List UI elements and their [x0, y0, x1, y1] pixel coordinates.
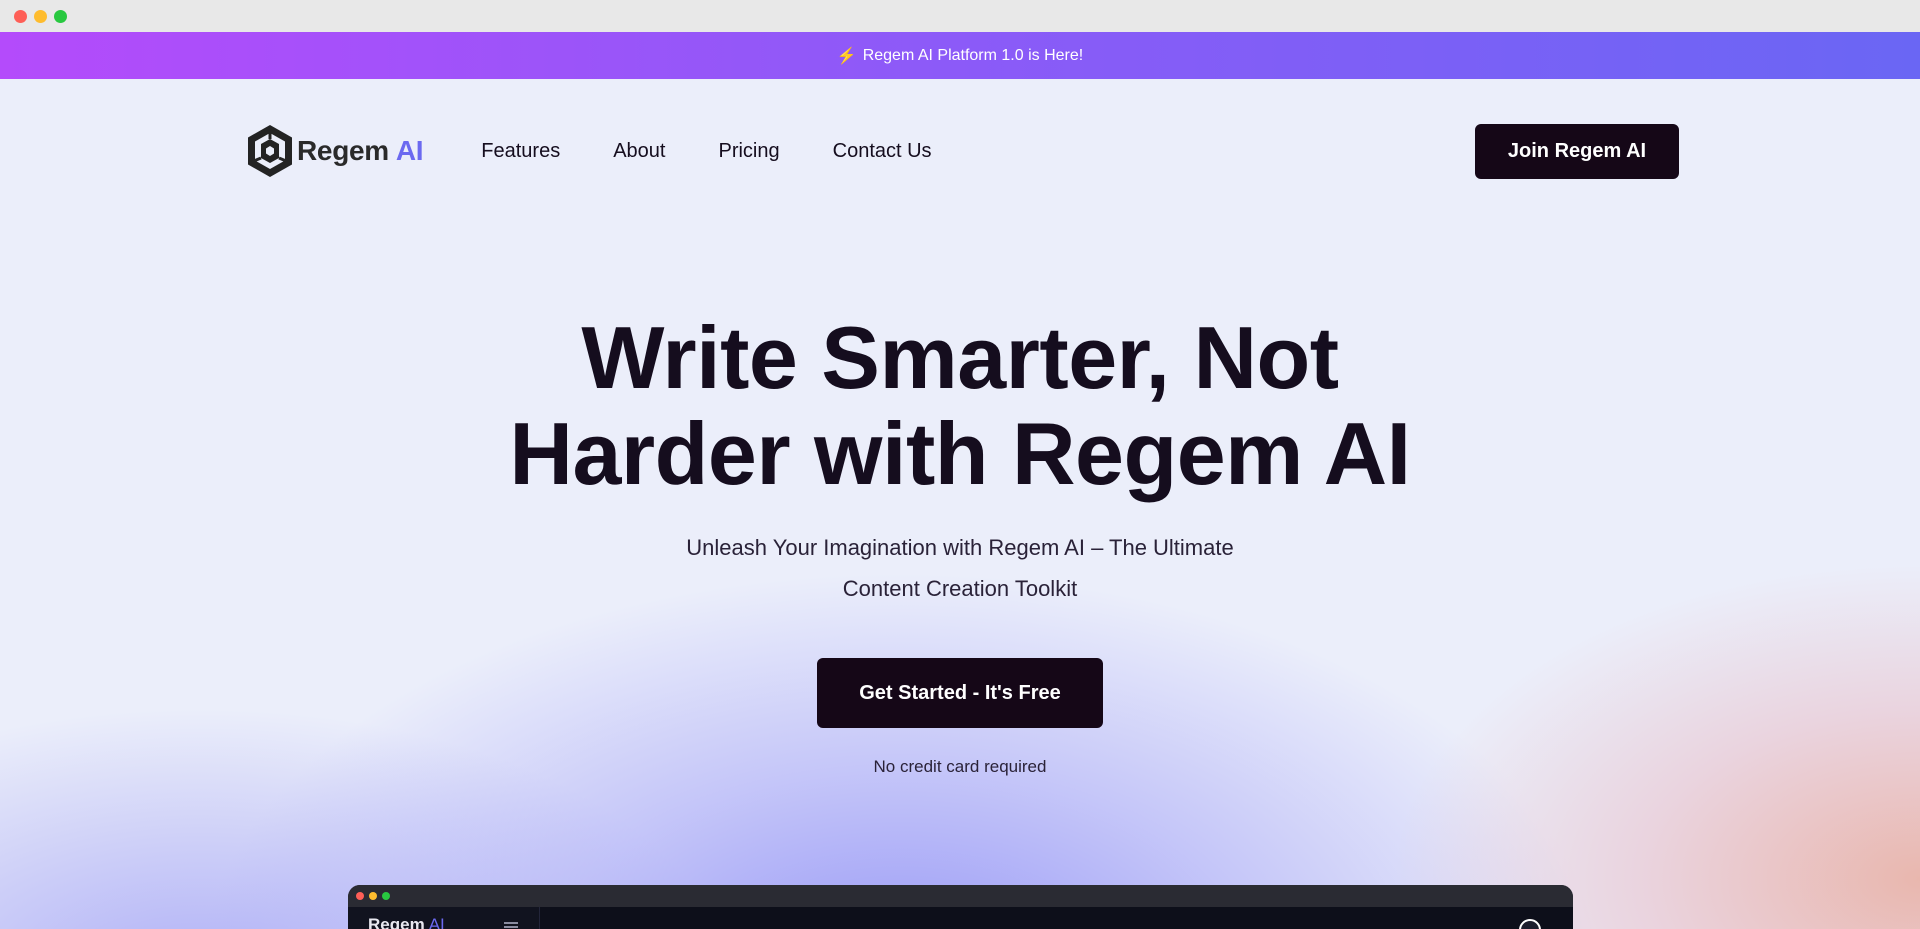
main-navigation: Regem AI Features About Pricing Contact U…	[245, 123, 1679, 179]
headline-line-2: Harder with Regem AI	[509, 404, 1411, 503]
headline-line-1: Write Smarter, Not	[581, 308, 1339, 407]
lightning-icon: ⚡	[836, 47, 857, 65]
get-started-button[interactable]: Get Started - It's Free	[817, 658, 1103, 728]
preview-body: Regem AI	[348, 907, 1573, 929]
app-preview: Regem AI	[348, 885, 1573, 929]
minimize-window-button[interactable]	[34, 9, 47, 23]
preview-close-dot	[356, 892, 364, 900]
hero-headline: Write Smarter, Not Harder with Regem AI	[0, 310, 1920, 502]
logo-suffix: AI	[395, 135, 424, 166]
hero-subheading: Unleash Your Imagination with Regem AI –…	[660, 527, 1260, 609]
regem-logo-icon	[248, 125, 292, 177]
maximize-window-button[interactable]	[54, 9, 67, 23]
nav-link-contact[interactable]: Contact Us	[833, 140, 932, 163]
join-button[interactable]: Join Regem AI	[1475, 123, 1679, 179]
nav-link-features[interactable]: Features	[481, 140, 560, 163]
logo-link[interactable]: Regem AI	[245, 123, 424, 179]
no-credit-card-note: No credit card required	[873, 757, 1047, 776]
hero-background	[0, 79, 1920, 929]
logo-name: Regem	[297, 135, 389, 166]
preview-maximize-dot	[382, 892, 390, 900]
preview-menu-icon	[504, 922, 518, 929]
subhead-line-1: Unleash Your Imagination with Regem AI –…	[686, 535, 1234, 560]
nav-link-pricing[interactable]: Pricing	[718, 140, 779, 163]
preview-window-bar	[348, 885, 1573, 907]
logo-text: Regem AI	[297, 135, 424, 167]
preview-logo-suffix: AI	[428, 915, 445, 929]
preview-sidebar: Regem AI	[348, 907, 540, 929]
preview-logo: Regem AI	[368, 915, 445, 929]
subhead-line-2: Content Creation Toolkit	[842, 576, 1078, 601]
preview-avatar	[1519, 919, 1541, 929]
nav-links: Features About Pricing Contact Us	[481, 140, 931, 163]
window-chrome	[0, 0, 1920, 32]
close-window-button[interactable]	[14, 9, 27, 23]
preview-logo-name: Regem	[368, 915, 425, 929]
announcement-text: Regem AI Platform 1.0 is Here!	[862, 46, 1084, 64]
announcement-bar[interactable]: ⚡ Regem AI Platform 1.0 is Here!	[0, 32, 1920, 79]
nav-link-about[interactable]: About	[613, 140, 665, 163]
preview-minimize-dot	[369, 892, 377, 900]
